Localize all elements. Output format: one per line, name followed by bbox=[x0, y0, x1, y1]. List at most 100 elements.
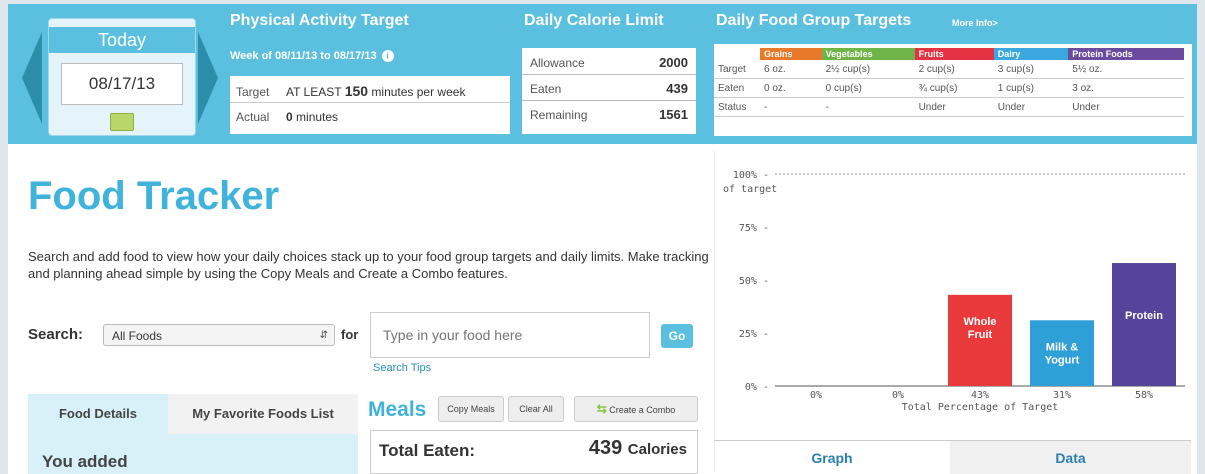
value-label: 58% bbox=[1135, 390, 1153, 401]
y-tick-label: 75% - bbox=[739, 223, 769, 234]
remaining-label: Remaining bbox=[530, 108, 588, 122]
value-label: 0% bbox=[892, 390, 904, 401]
for-label: for bbox=[341, 327, 359, 342]
food-groups-status-row: Status - - Under Under Under bbox=[714, 97, 1184, 117]
page-description: Search and add food to view how your dai… bbox=[28, 249, 709, 281]
col-fruits: Fruits bbox=[914, 48, 994, 60]
tab-food-details[interactable]: Food Details bbox=[28, 394, 168, 434]
app-frame: Today 08/17/13 Physical Activity Target … bbox=[8, 4, 1197, 474]
activity-target-row: Target AT LEAST 150 minutes per week bbox=[230, 80, 510, 103]
tab-favorite-foods[interactable]: My Favorite Foods List bbox=[168, 394, 358, 434]
value-label: 43% bbox=[971, 390, 989, 401]
cell: - bbox=[760, 97, 822, 117]
chart-svg: 0% - 25% - 50% - 75% - 100% - of target 0% 0% Wh… bbox=[723, 170, 1185, 413]
allowance-label: Allowance bbox=[530, 56, 585, 70]
y-tick-label: 50% - bbox=[739, 276, 769, 287]
total-calories-number: 439 bbox=[588, 437, 623, 459]
search-tips-link[interactable]: Search Tips bbox=[373, 362, 431, 374]
calorie-row-allowance: Allowance 2000 bbox=[522, 52, 696, 75]
combo-icon: ⇆ bbox=[596, 402, 607, 416]
actual-suffix: minutes bbox=[296, 110, 339, 124]
activity-panel: Week of 08/11/13 to 08/17/13 i Target AT L… bbox=[230, 50, 510, 134]
food-category-select[interactable]: All Foods ⇵ bbox=[103, 324, 335, 346]
allowance-value: 2000 bbox=[659, 55, 688, 70]
calorie-row-remaining: Remaining 1561 bbox=[522, 104, 696, 126]
x-axis-title: Total Percentage of Target bbox=[902, 402, 1059, 413]
summary-header: Today 08/17/13 Physical Activity Target … bbox=[8, 4, 1197, 144]
y-tick-label: 0% - bbox=[745, 382, 769, 393]
info-icon[interactable]: i bbox=[381, 50, 394, 62]
previous-day-arrow-icon[interactable] bbox=[22, 32, 42, 124]
value-label: 31% bbox=[1053, 390, 1071, 401]
header-spacer bbox=[714, 48, 760, 60]
col-protein: Protein Foods bbox=[1068, 48, 1184, 60]
cell: ¾ cup(s) bbox=[914, 78, 994, 98]
cell: Under bbox=[914, 97, 994, 117]
calorie-table: Allowance 2000 Eaten 439 Remaining 1561 bbox=[522, 48, 696, 134]
meals-heading: Meals bbox=[368, 398, 427, 421]
date-panel: Today 08/17/13 bbox=[48, 18, 196, 136]
food-group-chart: 0% - 25% - 50% - 75% - 100% - of target 0% 0% Wh… bbox=[714, 150, 1192, 470]
food-groups-eaten-row: Eaten 0 oz. 0 cup(s) ¾ cup(s) 1 cup(s) 3… bbox=[714, 78, 1184, 98]
actual-minutes: 0 bbox=[286, 110, 293, 124]
bar-label: Fruit bbox=[968, 329, 993, 341]
food-groups-grid: Grains Vegetables Fruits Dairy Protein F… bbox=[714, 48, 1184, 117]
create-combo-button[interactable]: ⇆ Create a Combo bbox=[574, 396, 698, 422]
cell: 3 oz. bbox=[1068, 78, 1184, 98]
clear-all-button[interactable]: Clear All bbox=[508, 396, 564, 422]
activity-table: Target AT LEAST 150 minutes per week Actu… bbox=[230, 76, 510, 134]
you-added-label: You added bbox=[42, 452, 128, 471]
food-groups-title: Daily Food Group Targets bbox=[716, 12, 912, 29]
row-label: Target bbox=[714, 60, 760, 79]
food-groups-header-row: Grains Vegetables Fruits Dairy Protein F… bbox=[714, 48, 1184, 60]
activity-week: Week of 08/11/13 to 08/17/13 i bbox=[230, 50, 394, 62]
target-suffix: minutes per week bbox=[371, 85, 466, 99]
target-label: Target bbox=[236, 85, 270, 99]
total-eaten-value: 439 Calories bbox=[589, 437, 687, 460]
bar-label: Whole bbox=[964, 316, 997, 328]
food-groups-table: Grains Vegetables Fruits Dairy Protein F… bbox=[714, 44, 1192, 136]
y-axis-title: of target bbox=[723, 184, 777, 195]
bar-label: Yogurt bbox=[1045, 354, 1080, 366]
target-minutes: 150 bbox=[344, 83, 369, 99]
activity-title: Physical Activity Target bbox=[230, 12, 409, 29]
col-vegetables: Vegetables bbox=[821, 48, 915, 60]
col-grains: Grains bbox=[760, 48, 822, 60]
total-eaten-box: Total Eaten: 439 Calories bbox=[370, 430, 698, 474]
row-label: Status bbox=[714, 97, 760, 117]
more-info-link[interactable]: More Info> bbox=[952, 18, 998, 28]
row-label: Eaten bbox=[714, 78, 760, 98]
date-field[interactable]: 08/17/13 bbox=[61, 63, 183, 105]
calendar-icon[interactable] bbox=[110, 113, 134, 131]
target-prefix: AT LEAST bbox=[286, 85, 342, 99]
food-search-input[interactable] bbox=[370, 312, 650, 358]
activity-week-text: Week of 08/11/13 to 08/17/13 bbox=[230, 50, 377, 62]
cell: 0 oz. bbox=[760, 78, 822, 98]
select-arrows-icon: ⇵ bbox=[319, 330, 328, 341]
page-title: Food Tracker bbox=[28, 174, 280, 218]
cell: 0 cup(s) bbox=[821, 78, 915, 98]
total-eaten-label: Total Eaten: bbox=[379, 441, 476, 460]
select-value: All Foods bbox=[112, 329, 163, 343]
cell: Under bbox=[1068, 97, 1184, 117]
cell: 2½ cup(s) bbox=[821, 60, 915, 79]
tab-data[interactable]: Data bbox=[950, 440, 1191, 474]
y-tick-label: 25% - bbox=[739, 329, 769, 340]
next-day-arrow-icon[interactable] bbox=[198, 32, 218, 124]
y-tick-label: 100% - bbox=[733, 170, 769, 181]
bar-label: Milk & bbox=[1046, 341, 1078, 353]
food-groups-target-row: Target 6 oz. 2½ cup(s) 2 cup(s) 3 cup(s)… bbox=[714, 60, 1184, 79]
actual-label: Actual bbox=[236, 110, 270, 124]
copy-meals-button[interactable]: Copy Meals bbox=[438, 396, 504, 422]
today-label: Today bbox=[49, 27, 195, 53]
go-button[interactable]: Go bbox=[661, 324, 693, 348]
cell: 5½ oz. bbox=[1068, 60, 1184, 79]
tab-graph[interactable]: Graph bbox=[714, 440, 951, 474]
remaining-value: 1561 bbox=[659, 107, 688, 122]
eaten-value: 439 bbox=[666, 81, 688, 96]
calorie-title: Daily Calorie Limit bbox=[524, 12, 664, 29]
cell: 6 oz. bbox=[760, 60, 822, 79]
col-dairy: Dairy bbox=[993, 48, 1069, 60]
bar-protein bbox=[1112, 263, 1176, 386]
cell: Under bbox=[993, 97, 1069, 117]
